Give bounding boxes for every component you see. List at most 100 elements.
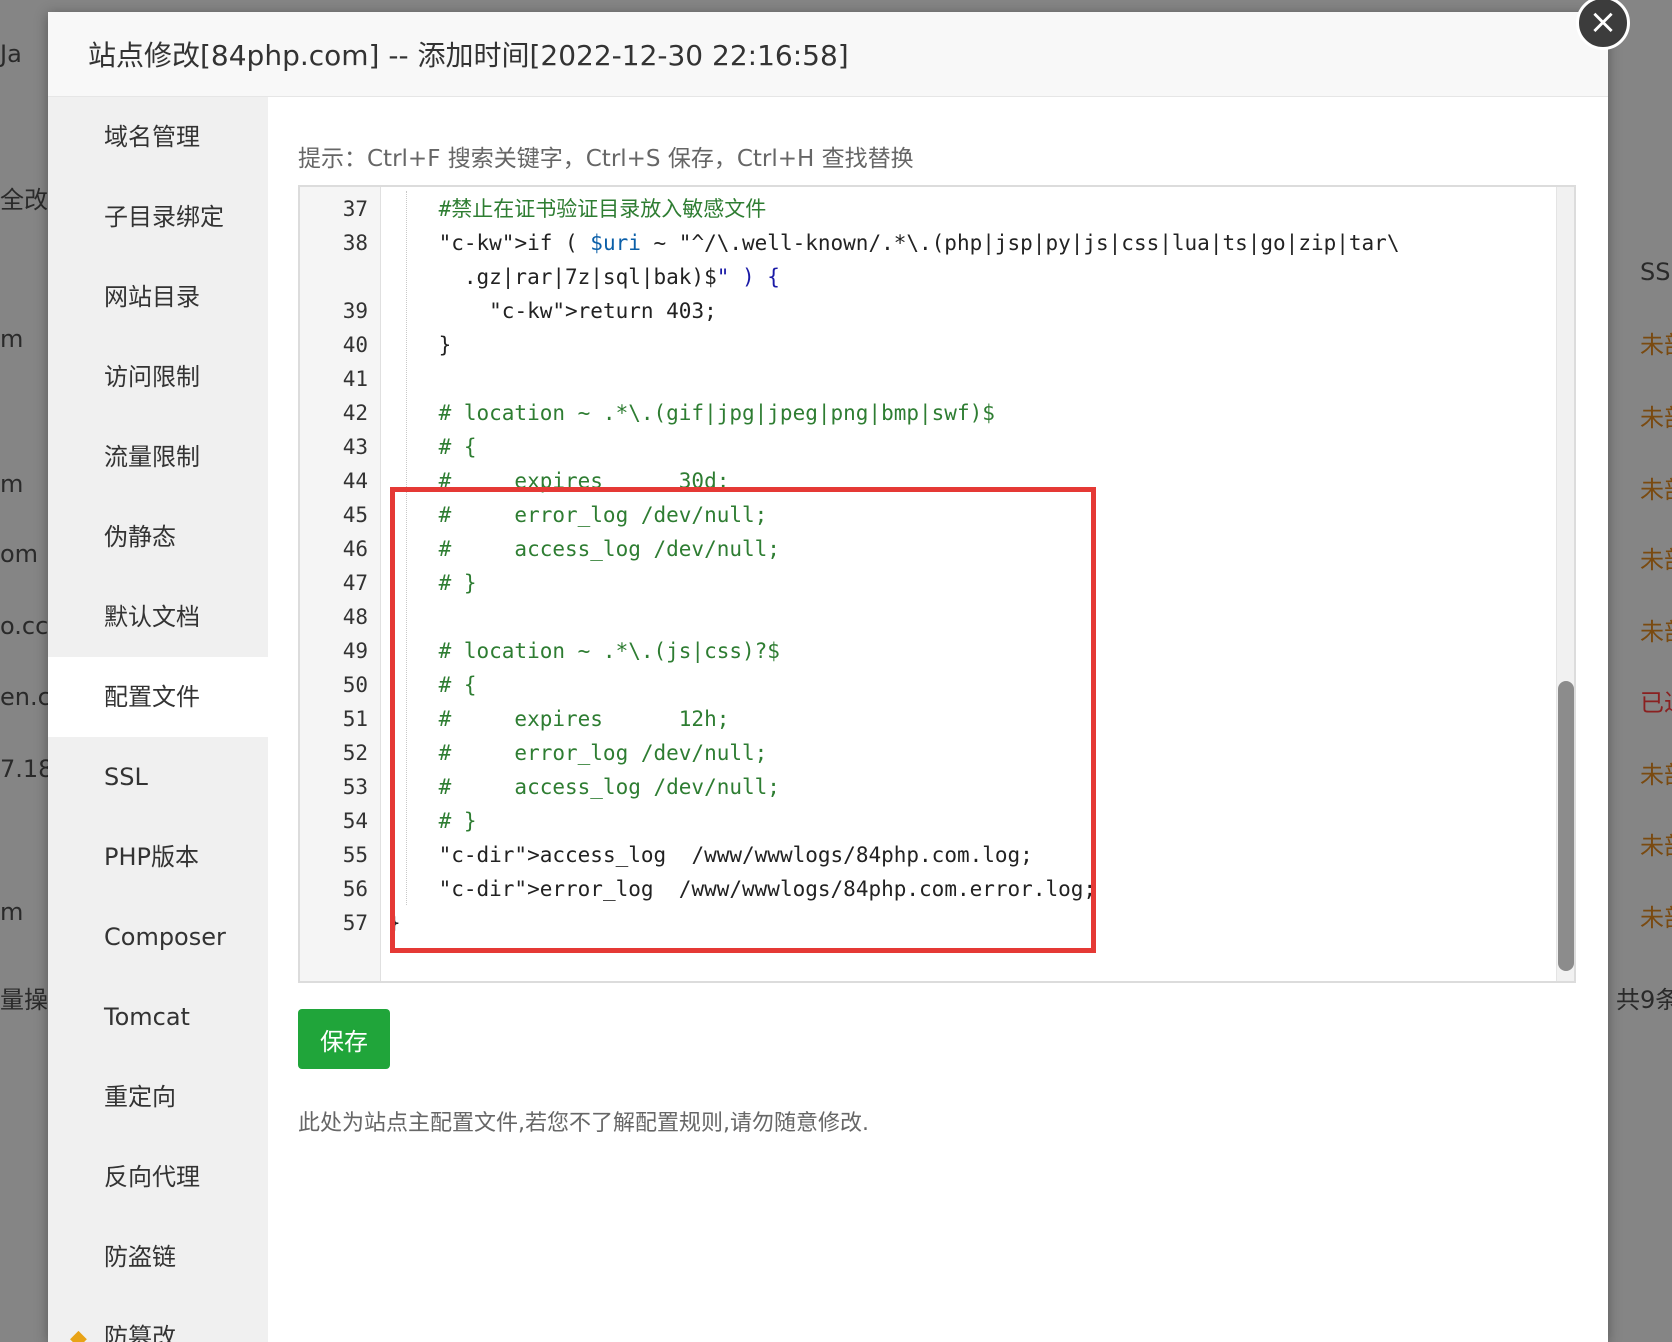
code-line[interactable]: 43 # { bbox=[300, 429, 1536, 465]
code-line[interactable]: 39 "c-kw">return 403; bbox=[300, 293, 1536, 329]
sidebar-item-label: 网站目录 bbox=[104, 283, 200, 311]
line-number: 57 bbox=[342, 911, 368, 935]
code-line[interactable]: 56 "c-dir">error_log /www/wwwlogs/84php.… bbox=[300, 871, 1536, 907]
code-line[interactable]: 41 bbox=[300, 361, 1536, 397]
code-line[interactable]: 45 # error_log /dev/null; bbox=[300, 497, 1536, 533]
line-number: 48 bbox=[342, 605, 368, 629]
sidebar-item-label: Composer bbox=[104, 923, 226, 951]
sidebar-item[interactable]: PHP版本 bbox=[48, 817, 268, 897]
code-text: "c-dir">error_log /www/wwwlogs/84php.com… bbox=[438, 877, 1097, 901]
code-text: # { bbox=[388, 435, 477, 459]
background-cell-left: Ja bbox=[0, 40, 22, 68]
sidebar-item[interactable]: 访问限制 bbox=[48, 337, 268, 417]
dialog-title: 站点修改[84php.com] -- 添加时间[2022-12-30 22:16… bbox=[88, 39, 849, 72]
sidebar-item-label: 配置文件 bbox=[104, 683, 200, 711]
sidebar-item[interactable]: 防盗链 bbox=[48, 1217, 268, 1297]
code-line[interactable]: 55 "c-dir">access_log /www/wwwlogs/84php… bbox=[300, 837, 1536, 873]
sidebar-item-label: 子目录绑定 bbox=[104, 203, 224, 231]
code-line[interactable]: 44 # expires 30d; bbox=[300, 463, 1536, 499]
code-text: .gz|rar|7z|sql|bak)$" ) { bbox=[388, 265, 780, 289]
dialog-sidebar: 域名管理子目录绑定网站目录访问限制流量限制伪静态默认文档配置文件 SSL PHP版本… bbox=[48, 97, 268, 1342]
code-line[interactable]: 42 # location ~ .*\.(gif|jpg|jpeg|png|bm… bbox=[300, 395, 1536, 431]
background-cell-left: m bbox=[0, 325, 24, 353]
sidebar-item-label: 防盗链 bbox=[104, 1243, 176, 1271]
line-number: 45 bbox=[342, 503, 368, 527]
sidebar-item[interactable]: 子目录绑定 bbox=[48, 177, 268, 257]
code-text: # error_log /dev/null; bbox=[388, 503, 768, 527]
sidebar-item-label: 伪静态 bbox=[104, 523, 176, 551]
sidebar-item[interactable]: SSL bbox=[48, 737, 268, 817]
sidebar-item-label: 反向代理 bbox=[104, 1163, 200, 1191]
code-line[interactable]: 49 # location ~ .*\.(js|css)?$ bbox=[300, 633, 1536, 669]
code-line[interactable]: 46 # access_log /dev/null; bbox=[300, 531, 1536, 567]
background-cell-left: m bbox=[0, 898, 24, 926]
code-line[interactable]: 53 # access_log /dev/null; bbox=[300, 769, 1536, 805]
line-number: 56 bbox=[342, 877, 368, 901]
line-number: 55 bbox=[342, 843, 368, 867]
background-cell-right: 未部 bbox=[1640, 618, 1672, 646]
background-cell-right: 未部 bbox=[1640, 546, 1672, 574]
code-text: # expires 30d; bbox=[388, 469, 730, 493]
background-cell-right: 未部 bbox=[1640, 832, 1672, 860]
gem-icon: ◆ bbox=[70, 1326, 87, 1342]
background-cell-left: 7.18 bbox=[0, 755, 54, 783]
line-number: 46 bbox=[342, 537, 368, 561]
code-editor[interactable]: 37 #禁止在证书验证目录放入敏感文件 38 "c-kw">if ( $uri ~… bbox=[298, 185, 1576, 983]
code-text: #禁止在证书验证目录放入敏感文件 bbox=[388, 197, 767, 221]
sidebar-item[interactable]: ◆ 防篡改 bbox=[48, 1297, 268, 1342]
code-line[interactable]: .gz|rar|7z|sql|bak)$" ) { bbox=[300, 259, 1536, 295]
sidebar-item-label: 访问限制 bbox=[104, 363, 200, 391]
code-line[interactable]: 48 bbox=[300, 599, 1536, 635]
sidebar-item[interactable]: 网站目录 bbox=[48, 257, 268, 337]
sidebar-item-label: 防篡改 bbox=[104, 1323, 176, 1342]
code-line[interactable]: 57} bbox=[300, 905, 1536, 941]
sidebar-item[interactable]: 反向代理 bbox=[48, 1137, 268, 1217]
code-text: "c-kw">if ( $uri ~ "^/\.well-known/.*\.(… bbox=[438, 231, 1400, 255]
code-line[interactable]: 47 # } bbox=[300, 565, 1536, 601]
editor-scrollbar-thumb[interactable] bbox=[1558, 681, 1574, 971]
sidebar-item-label: Tomcat bbox=[104, 1003, 190, 1031]
background-cell-right: 未部 bbox=[1640, 904, 1672, 932]
sidebar-item-label: 默认文档 bbox=[104, 603, 200, 631]
code-text: # expires 12h; bbox=[388, 707, 730, 731]
line-number: 51 bbox=[342, 707, 368, 731]
code-line[interactable]: 50 # { bbox=[300, 667, 1536, 703]
save-button[interactable]: 保存 bbox=[298, 1009, 390, 1069]
sidebar-item-label: SSL bbox=[104, 763, 148, 791]
config-warning-note: 此处为站点主配置文件,若您不了解配置规则,请勿随意修改. bbox=[298, 1111, 869, 1136]
line-number: 54 bbox=[342, 809, 368, 833]
dialog-title-bar: 站点修改[84php.com] -- 添加时间[2022-12-30 22:16… bbox=[48, 12, 1608, 97]
sidebar-item[interactable]: 配置文件 bbox=[48, 657, 268, 737]
code-line[interactable]: 51 # expires 12h; bbox=[300, 701, 1536, 737]
code-text: "c-kw">return 403; bbox=[489, 299, 717, 323]
sidebar-item[interactable]: Tomcat bbox=[48, 977, 268, 1057]
site-edit-dialog: 站点修改[84php.com] -- 添加时间[2022-12-30 22:16… bbox=[48, 12, 1608, 1342]
code-text: } bbox=[388, 911, 401, 935]
sidebar-item[interactable]: 域名管理 bbox=[48, 97, 268, 177]
code-text: # location ~ .*\.(js|css)?$ bbox=[388, 639, 780, 663]
sidebar-item-label: 重定向 bbox=[104, 1083, 176, 1111]
sidebar-item[interactable]: 伪静态 bbox=[48, 497, 268, 577]
sidebar-item-label: 域名管理 bbox=[104, 123, 200, 151]
code-text: # location ~ .*\.(gif|jpg|jpeg|png|bmp|s… bbox=[388, 401, 995, 425]
code-text: # access_log /dev/null; bbox=[388, 537, 780, 561]
code-line[interactable]: 40 } bbox=[300, 327, 1536, 363]
sidebar-item[interactable]: Composer bbox=[48, 897, 268, 977]
code-text: # } bbox=[388, 809, 477, 833]
sidebar-item[interactable]: 默认文档 bbox=[48, 577, 268, 657]
line-number: 37 bbox=[342, 197, 368, 221]
background-cell-left: m bbox=[0, 470, 24, 498]
code-line[interactable]: 52 # error_log /dev/null; bbox=[300, 735, 1536, 771]
line-number: 53 bbox=[342, 775, 368, 799]
line-number: 52 bbox=[342, 741, 368, 765]
line-number: 40 bbox=[342, 333, 368, 357]
sidebar-item[interactable]: 重定向 bbox=[48, 1057, 268, 1137]
code-line[interactable]: 54 # } bbox=[300, 803, 1536, 839]
code-line[interactable]: 37 #禁止在证书验证目录放入敏感文件 bbox=[300, 191, 1536, 227]
sidebar-item[interactable]: 流量限制 bbox=[48, 417, 268, 497]
code-text: } bbox=[388, 333, 452, 357]
code-line[interactable]: 38 "c-kw">if ( $uri ~ "^/\.well-known/.*… bbox=[300, 225, 1536, 261]
editor-hint: 提示：Ctrl+F 搜索关键字，Ctrl+S 保存，Ctrl+H 查找替换 bbox=[298, 146, 914, 172]
line-number: 49 bbox=[342, 639, 368, 663]
background-cell-right: 未部 bbox=[1640, 476, 1672, 504]
